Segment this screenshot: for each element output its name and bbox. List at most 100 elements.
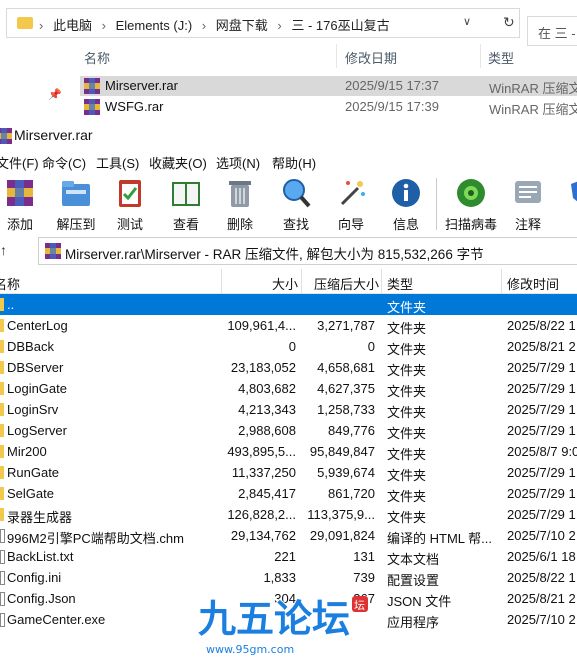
folder-row[interactable]: CenterLog 109,961,4... 3,271,787 文件夹 2025/8/… [0,315,577,336]
winrar-window: Mirserver.rar 文件(F) 命令(C) 工具(S) 收藏夹(O) 选… [0,122,577,661]
menu-file[interactable]: 文件(F) [0,153,39,172]
cell-modified: 2025/8/22 1 [507,318,576,333]
folder-icon [0,361,4,374]
refresh-icon[interactable]: ↻ [503,14,515,31]
column-divider[interactable] [381,269,382,293]
protect-button[interactable]: 保 [556,174,577,234]
folder-row[interactable]: 录器生成器 126,828,2... 113,375,9... 文件夹 2025/7/2… [0,504,577,525]
column-divider[interactable] [501,269,502,293]
column-divider[interactable] [301,269,302,293]
cell-modified: 2025/7/10 2 [507,528,576,543]
pin-icon[interactable]: 📌 [48,88,62,101]
folder-row[interactable]: .. 文件夹 [0,294,577,315]
column-size[interactable]: 大小 [272,274,298,293]
explorer-address-bar: › 此电脑 › Elements (J:) › 网盘下载 › 三 - 176巫山… [0,8,577,46]
cell-size: 4,213,343 [238,402,296,417]
folder-row[interactable]: LoginGate 4,803,682 4,627,375 文件夹 2025/7/29 … [0,378,577,399]
column-date[interactable]: 修改日期 [345,48,397,67]
file-name: WSFG.rar [105,99,164,114]
cell-packed: 1,258,733 [317,402,375,417]
add-button[interactable]: 添加 [0,174,48,234]
folder-row[interactable]: DBBack 0 0 文件夹 2025/8/21 2 [0,336,577,357]
cell-name: Mir200 [7,444,47,459]
search-placeholder: 在 三 - [538,26,576,41]
file-row-selected[interactable]: Mirserver.rar 2025/9/15 17:37 WinRAR 压缩文… [80,76,577,96]
archive-path: Mirserver.rar\Mirserver - RAR 压缩文件, 解包大小… [65,247,484,262]
file-type: WinRAR 压缩文... [489,81,577,96]
column-divider[interactable] [221,269,222,293]
folder-icon [17,17,33,29]
folder-icon [0,424,4,437]
chevron-down-icon[interactable]: ∨ [463,15,471,28]
folder-row[interactable]: LogServer 2,988,608 849,776 文件夹 2025/7/29 1 [0,420,577,441]
folder-row[interactable]: RunGate 11,337,250 5,939,674 文件夹 2025/7/29 1 [0,462,577,483]
column-divider[interactable] [480,44,481,68]
explorer-column-header: 名称 修改日期 类型 [78,44,577,68]
file-icon [0,613,5,627]
cell-modified: 2025/7/29 1 [507,486,576,501]
address-box[interactable]: › 此电脑 › Elements (J:) › 网盘下载 › 三 - 176巫山… [6,8,520,38]
breadcrumb-item[interactable]: 三 - 176巫山复古 [291,18,389,33]
column-modified[interactable]: 修改时间 [507,274,559,293]
menu-help[interactable]: 帮助(H) [272,153,316,172]
file-row[interactable]: Config.ini 1,833 739 配置设置 2025/8/22 1 [0,567,577,588]
breadcrumb-chevron-icon: › [277,18,282,33]
cell-modified: 2025/8/21 2 [507,591,576,606]
svg-text:坛: 坛 [354,599,365,612]
file-row[interactable]: WSFG.rar 2025/9/15 17:39 WinRAR 压缩文... [80,97,577,117]
menu-options[interactable]: 选项(N) [216,153,260,172]
column-name[interactable]: 名称 [84,48,110,67]
folder-row[interactable]: SelGate 2,845,417 861,720 文件夹 2025/7/29 1 [0,483,577,504]
breadcrumb-item[interactable]: 网盘下载 [216,18,268,33]
folder-row[interactable]: LoginSrv 4,213,343 1,258,733 文件夹 2025/7/29 1 [0,399,577,420]
breadcrumb-item[interactable]: 此电脑 [53,18,92,33]
file-icon [0,529,5,543]
file-date: 2025/9/15 17:39 [345,99,439,114]
folder-icon [0,508,4,521]
scan-virus-button[interactable]: 扫描病毒 [443,174,499,234]
cell-packed: 29,091,824 [309,528,375,543]
extract-to-button[interactable]: 解压到 [48,174,104,234]
cell-name: RunGate [7,465,60,480]
cell-type: 文件夹 [387,426,427,441]
cell-name: LogServer [7,423,67,438]
comment-button[interactable]: 注释 [500,174,556,234]
wizard-button[interactable]: 向导 [323,174,379,234]
cell-modified: 2025/7/29 1 [507,423,576,438]
folder-row[interactable]: Mir200 493,895,5... 95,849,847 文件夹 2025/8/7 … [0,441,577,462]
menu-tools[interactable]: 工具(S) [96,153,139,172]
cell-packed: 4,627,375 [317,381,375,396]
test-button[interactable]: 测试 [102,174,158,234]
archive-path-field[interactable]: Mirserver.rar\Mirserver - RAR 压缩文件, 解包大小… [38,237,577,265]
column-type[interactable]: 类型 [488,48,514,67]
menu-favorites[interactable]: 收藏夹(O) [149,153,207,172]
cell-size: 493,895,5... [227,444,296,459]
file-row[interactable]: BackList.txt 221 131 文本文档 2025/6/1 18 [0,546,577,567]
file-row[interactable]: 996M2引擎PC端帮助文档.chm 29,134,762 29,091,824 编译… [0,525,577,546]
column-name[interactable]: 名称 [0,274,20,293]
folder-icon [0,403,4,416]
column-divider[interactable] [336,44,337,68]
column-packed[interactable]: 压缩后大小 [314,274,379,293]
search-input[interactable]: 在 三 - [527,16,577,46]
winrar-icon [84,78,100,94]
view-button[interactable]: 查看 [158,174,214,234]
cell-type: 文件夹 [387,300,427,315]
delete-button[interactable]: 删除 [212,174,268,234]
path-bar: ↑ Mirserver.rar\Mirserver - RAR 压缩文件, 解包… [0,236,577,265]
find-button[interactable]: 查找 [268,174,324,234]
info-button[interactable]: 信息 [378,174,434,234]
cell-type: 应用程序 [387,615,440,630]
breadcrumb-item[interactable]: Elements (J:) [116,18,193,33]
menu-command[interactable]: 命令(C) [42,153,86,172]
up-arrow-icon[interactable]: ↑ [0,242,7,258]
cell-size: 0 [288,339,296,354]
folder-row[interactable]: DBServer 23,183,052 4,658,681 文件夹 2025/7/29 … [0,357,577,378]
cell-size: 2,988,608 [238,423,296,438]
cell-packed: 849,776 [328,423,375,438]
winrar-icon [45,243,61,259]
cell-modified: 2025/8/21 2 [507,339,576,354]
column-type[interactable]: 类型 [387,274,413,293]
cell-size: 23,183,052 [230,360,296,375]
title-bar[interactable]: Mirserver.rar [0,122,577,150]
